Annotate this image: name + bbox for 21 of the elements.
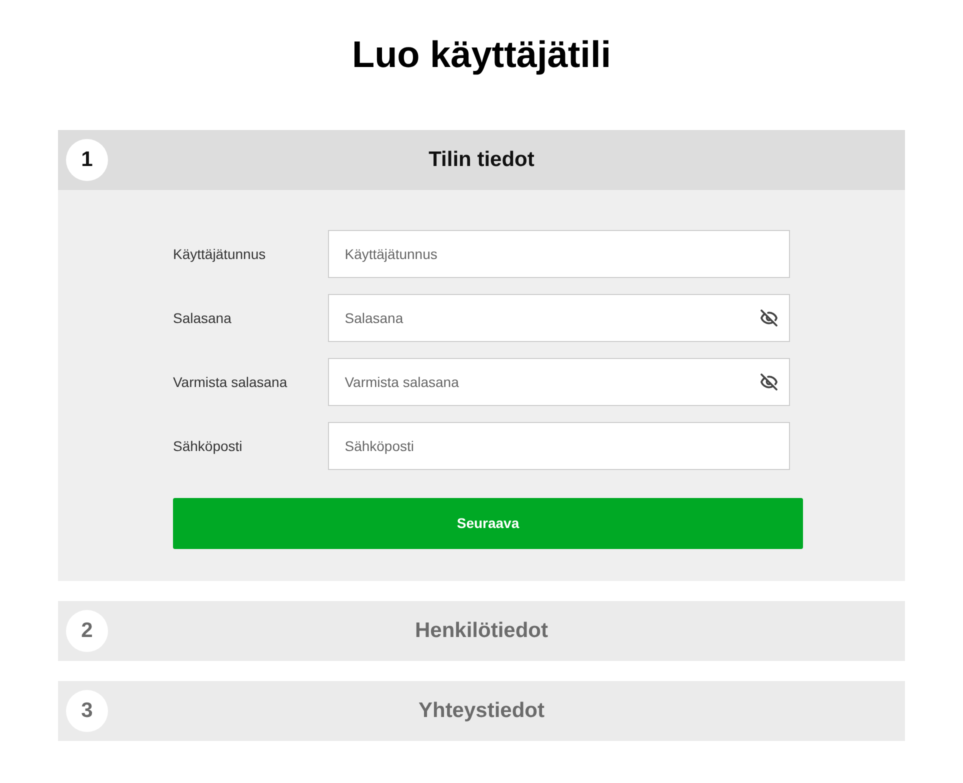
step-number: 2 (66, 610, 108, 652)
step-title: Yhteystiedot (418, 698, 545, 724)
step-title: Tilin tiedot (428, 147, 534, 174)
step-title: Henkilötiedot (414, 618, 548, 644)
input-field[interactable]: Varmista salasana (328, 358, 790, 406)
hide-password-icon[interactable] (760, 309, 778, 327)
page-title: Luo käyttäjätili (352, 33, 612, 77)
step-header[interactable]: 2 Henkilötiedot (58, 601, 905, 661)
step-header[interactable]: 3 Yhteystiedot (58, 681, 905, 741)
step-number: 1 (66, 139, 108, 181)
field-label: Varmista salasana (173, 373, 288, 392)
step-header[interactable]: 1 Tilin tiedot (58, 130, 905, 190)
input-field[interactable]: Käyttäjätunnus (328, 230, 790, 278)
step-number: 3 (66, 690, 108, 732)
field-label: Salasana (173, 309, 232, 328)
next-button[interactable]: Seuraava (173, 498, 803, 549)
hide-password-icon[interactable] (760, 373, 778, 391)
input-field[interactable]: Sähköposti (328, 422, 790, 470)
field-label: Sähköposti (173, 437, 244, 456)
field-label: Käyttäjätunnus (173, 245, 267, 264)
input-field[interactable]: Salasana (328, 294, 790, 342)
